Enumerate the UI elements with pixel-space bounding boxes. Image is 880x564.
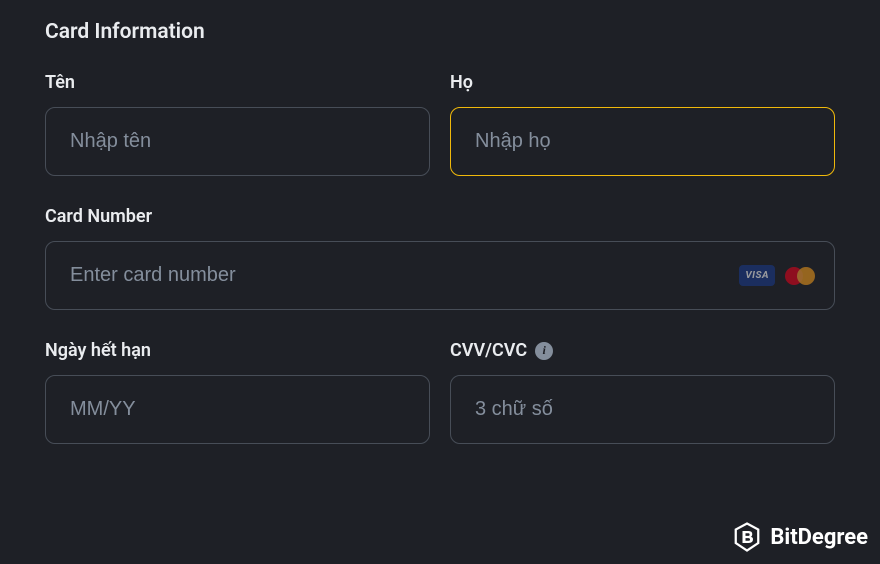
cvv-label-text: CVV/CVC (450, 340, 527, 361)
info-icon[interactable]: i (535, 342, 553, 360)
expiry-input[interactable] (45, 375, 430, 444)
card-number-field: Card Number VISA (45, 206, 835, 310)
visa-icon: VISA (739, 265, 775, 286)
watermark-text: BitDegree (770, 525, 868, 550)
first-name-label: Tên (45, 72, 430, 93)
first-name-input[interactable] (45, 107, 430, 176)
bitdegree-logo-icon (732, 522, 762, 552)
cvv-input[interactable] (450, 375, 835, 444)
card-number-input[interactable] (45, 241, 835, 310)
last-name-label: Họ (450, 72, 835, 93)
watermark: BitDegree (732, 522, 868, 552)
mastercard-icon (785, 266, 815, 286)
first-name-field: Tên (45, 72, 430, 176)
card-number-label: Card Number (45, 206, 835, 227)
expiry-field: Ngày hết hạn (45, 340, 430, 444)
section-title: Card Information (45, 20, 835, 44)
expiry-label: Ngày hết hạn (45, 340, 430, 361)
last-name-field: Họ (450, 72, 835, 176)
last-name-input[interactable] (450, 107, 835, 176)
cvv-field: CVV/CVC i (450, 340, 835, 444)
card-brand-icons: VISA (739, 265, 815, 286)
cvv-label: CVV/CVC i (450, 340, 835, 361)
